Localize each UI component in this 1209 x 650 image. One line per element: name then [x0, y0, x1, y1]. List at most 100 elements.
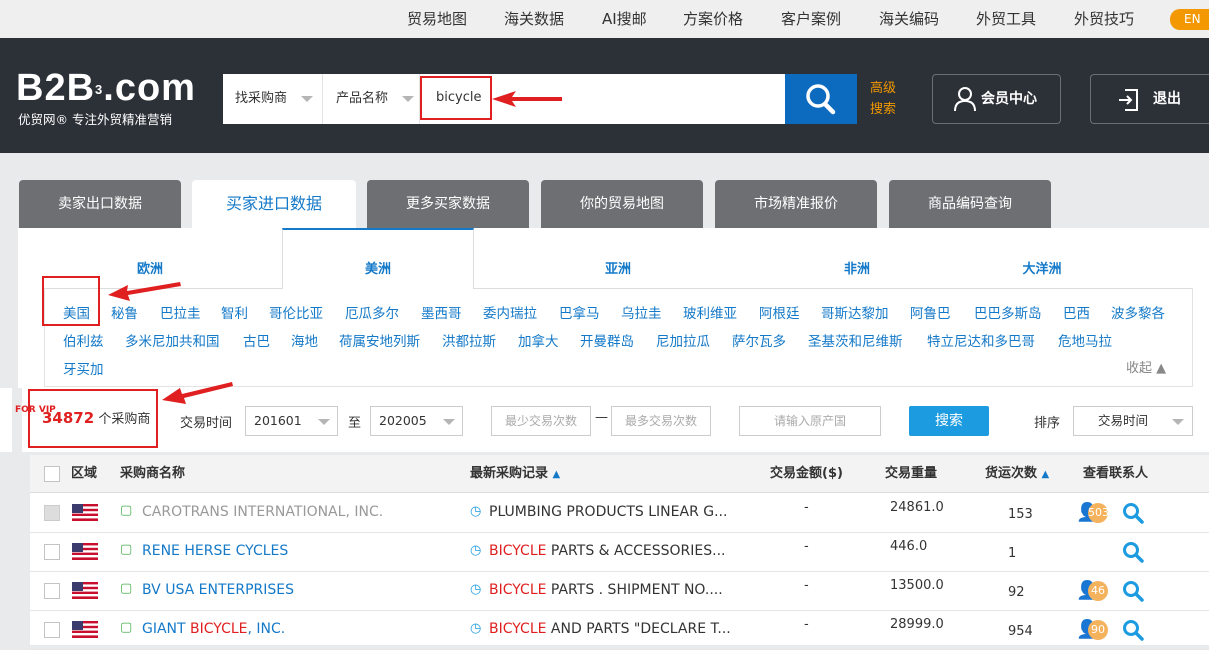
country-link[interactable]: 厄瓜多尔: [345, 302, 399, 322]
country-link[interactable]: 哥伦比亚: [269, 302, 323, 322]
table-row[interactable]: ▢ BV USA ENTERPRISES ◷ BICYCLE PARTS . SHIP…: [30, 572, 1209, 611]
country-link[interactable]: 多米尼加共和国: [125, 330, 220, 350]
country-link[interactable]: 智利: [221, 302, 248, 322]
country-link[interactable]: 巴巴多斯岛: [974, 302, 1042, 322]
row-checkbox[interactable]: [44, 622, 60, 638]
col-latest-record[interactable]: 最新采购记录 ▲: [470, 455, 560, 494]
search-type-select[interactable]: 找采购商: [223, 74, 323, 124]
search-input[interactable]: bicycle: [420, 76, 492, 120]
member-center-button[interactable]: 会员中心: [932, 74, 1061, 124]
region-oceania[interactable]: 大洋洲: [952, 228, 1209, 289]
filter-search-button[interactable]: 搜索: [909, 406, 989, 436]
country-link[interactable]: 阿根廷: [759, 302, 800, 322]
buyer-name-link[interactable]: BV USA ENTERPRISES: [142, 582, 294, 598]
country-link[interactable]: 美国: [63, 302, 90, 322]
country-link[interactable]: 巴西: [1063, 302, 1090, 322]
country-link[interactable]: 古巴: [243, 330, 270, 350]
col-shipments[interactable]: 货运次数 ▲: [985, 455, 1049, 494]
collapse-toggle[interactable]: 收起 ▲: [1126, 357, 1166, 376]
nav-trade-map[interactable]: 贸易地图: [407, 0, 467, 38]
logout-button[interactable]: 退出: [1090, 74, 1209, 124]
clock-icon: ◷: [470, 543, 482, 558]
tab-more-buyers[interactable]: 更多买家数据: [367, 180, 529, 228]
latest-record[interactable]: BICYCLE PARTS . SHIPMENT NO....: [489, 582, 749, 598]
min-trades-input[interactable]: 最少交易次数: [491, 406, 591, 436]
select-all-checkbox[interactable]: [44, 466, 60, 482]
chat-icon[interactable]: ▢: [120, 620, 132, 635]
country-link[interactable]: 海地: [291, 330, 318, 350]
table-row[interactable]: ▢ RENE HERSE CYCLES ◷ BICYCLE PARTS & ACCES…: [30, 533, 1209, 572]
tab-trade-map[interactable]: 你的贸易地图: [541, 180, 703, 228]
search-field-select[interactable]: 产品名称: [324, 74, 420, 124]
country-link[interactable]: 特立尼达和多巴哥: [927, 330, 1035, 350]
country-link[interactable]: 洪都拉斯: [442, 330, 496, 350]
sort-select[interactable]: 交易时间: [1073, 406, 1193, 436]
country-link[interactable]: 加拿大: [518, 330, 559, 350]
chat-icon[interactable]: ▢: [120, 542, 132, 557]
buyer-name-link[interactable]: CAROTRANS INTERNATIONAL, INC.: [142, 504, 383, 520]
row-checkbox[interactable]: [44, 544, 60, 560]
search-icon[interactable]: [1122, 580, 1144, 602]
col-region: 区域: [71, 466, 98, 481]
country-link[interactable]: 巴拿马: [559, 302, 600, 322]
row-checkbox[interactable]: [44, 583, 60, 599]
country-link[interactable]: 荷属安地列斯: [339, 330, 420, 350]
tab-hs-query[interactable]: 商品编码查询: [889, 180, 1051, 228]
buyer-name-link[interactable]: GIANT BICYCLE, INC.: [142, 621, 285, 637]
latest-record[interactable]: BICYCLE PARTS & ACCESSORIES...: [489, 543, 749, 559]
region-asia[interactable]: 亚洲: [474, 228, 762, 289]
table-row[interactable]: ▢ CAROTRANS INTERNATIONAL, INC. ◷ PLUMBING …: [30, 494, 1209, 533]
country-link[interactable]: 牙买加: [63, 358, 104, 378]
member-center-label: 会员中心: [981, 91, 1037, 107]
slogan: 优贸网® 专注外贸精准营销: [18, 112, 172, 127]
nav-ai-email[interactable]: AI搜邮: [602, 0, 647, 38]
origin-input[interactable]: 请输入原产国: [739, 406, 881, 436]
search-type-label: 找采购商: [235, 91, 288, 106]
nav-hs-code[interactable]: 海关编码: [879, 0, 939, 38]
chat-icon[interactable]: ▢: [120, 503, 132, 518]
region-americas[interactable]: 美洲: [282, 228, 474, 289]
nav-pricing[interactable]: 方案价格: [683, 0, 743, 38]
country-link[interactable]: 巴拉圭: [160, 302, 201, 322]
country-link[interactable]: 秘鲁: [111, 302, 138, 322]
country-link[interactable]: 开曼群岛: [580, 330, 634, 350]
country-link[interactable]: 尼加拉瓜: [656, 330, 710, 350]
tab-buyer-import[interactable]: 买家进口数据: [192, 180, 356, 230]
time-to-select[interactable]: 202005: [370, 406, 463, 436]
time-from-select[interactable]: 201601: [245, 406, 338, 436]
nav-tips[interactable]: 外贸技巧: [1074, 0, 1134, 38]
max-trades-input[interactable]: 最多交易次数: [611, 406, 711, 436]
country-link[interactable]: 乌拉圭: [621, 302, 662, 322]
country-link[interactable]: 玻利维亚: [683, 302, 737, 322]
nav-customs-data[interactable]: 海关数据: [504, 0, 564, 38]
country-link[interactable]: 委内瑞拉: [483, 302, 537, 322]
chat-icon[interactable]: ▢: [120, 581, 132, 596]
contacts-count-badge: 503: [1088, 503, 1109, 523]
country-link[interactable]: 圣基茨和尼维斯: [808, 330, 903, 350]
search-icon[interactable]: [1122, 541, 1144, 563]
row-checkbox[interactable]: [44, 505, 60, 521]
country-link[interactable]: 波多黎各: [1111, 302, 1165, 322]
search-button[interactable]: [785, 74, 857, 124]
nav-tools[interactable]: 外贸工具: [976, 0, 1036, 38]
buyer-name-link[interactable]: RENE HERSE CYCLES: [142, 543, 288, 559]
logo[interactable]: B2B3.com: [16, 68, 196, 108]
advanced-search-link[interactable]: 高级搜索: [870, 78, 900, 120]
chevron-down-icon: [402, 96, 414, 102]
table-row[interactable]: ▢ GIANT BICYCLE, INC. ◷ BICYCLE AND PARTS "…: [30, 611, 1209, 650]
country-link[interactable]: 墨西哥: [421, 302, 462, 322]
region-africa[interactable]: 非洲: [762, 228, 952, 289]
country-link[interactable]: 哥斯达黎加: [821, 302, 889, 322]
search-icon[interactable]: [1122, 502, 1144, 524]
country-link[interactable]: 危地马拉: [1058, 330, 1112, 350]
language-toggle[interactable]: EN: [1170, 9, 1209, 30]
nav-cases[interactable]: 客户案例: [781, 0, 841, 38]
tab-market-quote[interactable]: 市场精准报价: [715, 180, 877, 228]
country-link[interactable]: 萨尔瓦多: [732, 330, 786, 350]
country-link[interactable]: 伯利兹: [63, 330, 104, 350]
tab-seller-export[interactable]: 卖家出口数据: [19, 180, 181, 228]
latest-record[interactable]: BICYCLE AND PARTS "DECLARE T...: [489, 621, 749, 637]
country-link[interactable]: 阿鲁巴: [910, 302, 951, 322]
search-icon[interactable]: [1122, 619, 1144, 641]
latest-record[interactable]: PLUMBING PRODUCTS LINEAR G...: [489, 504, 749, 520]
